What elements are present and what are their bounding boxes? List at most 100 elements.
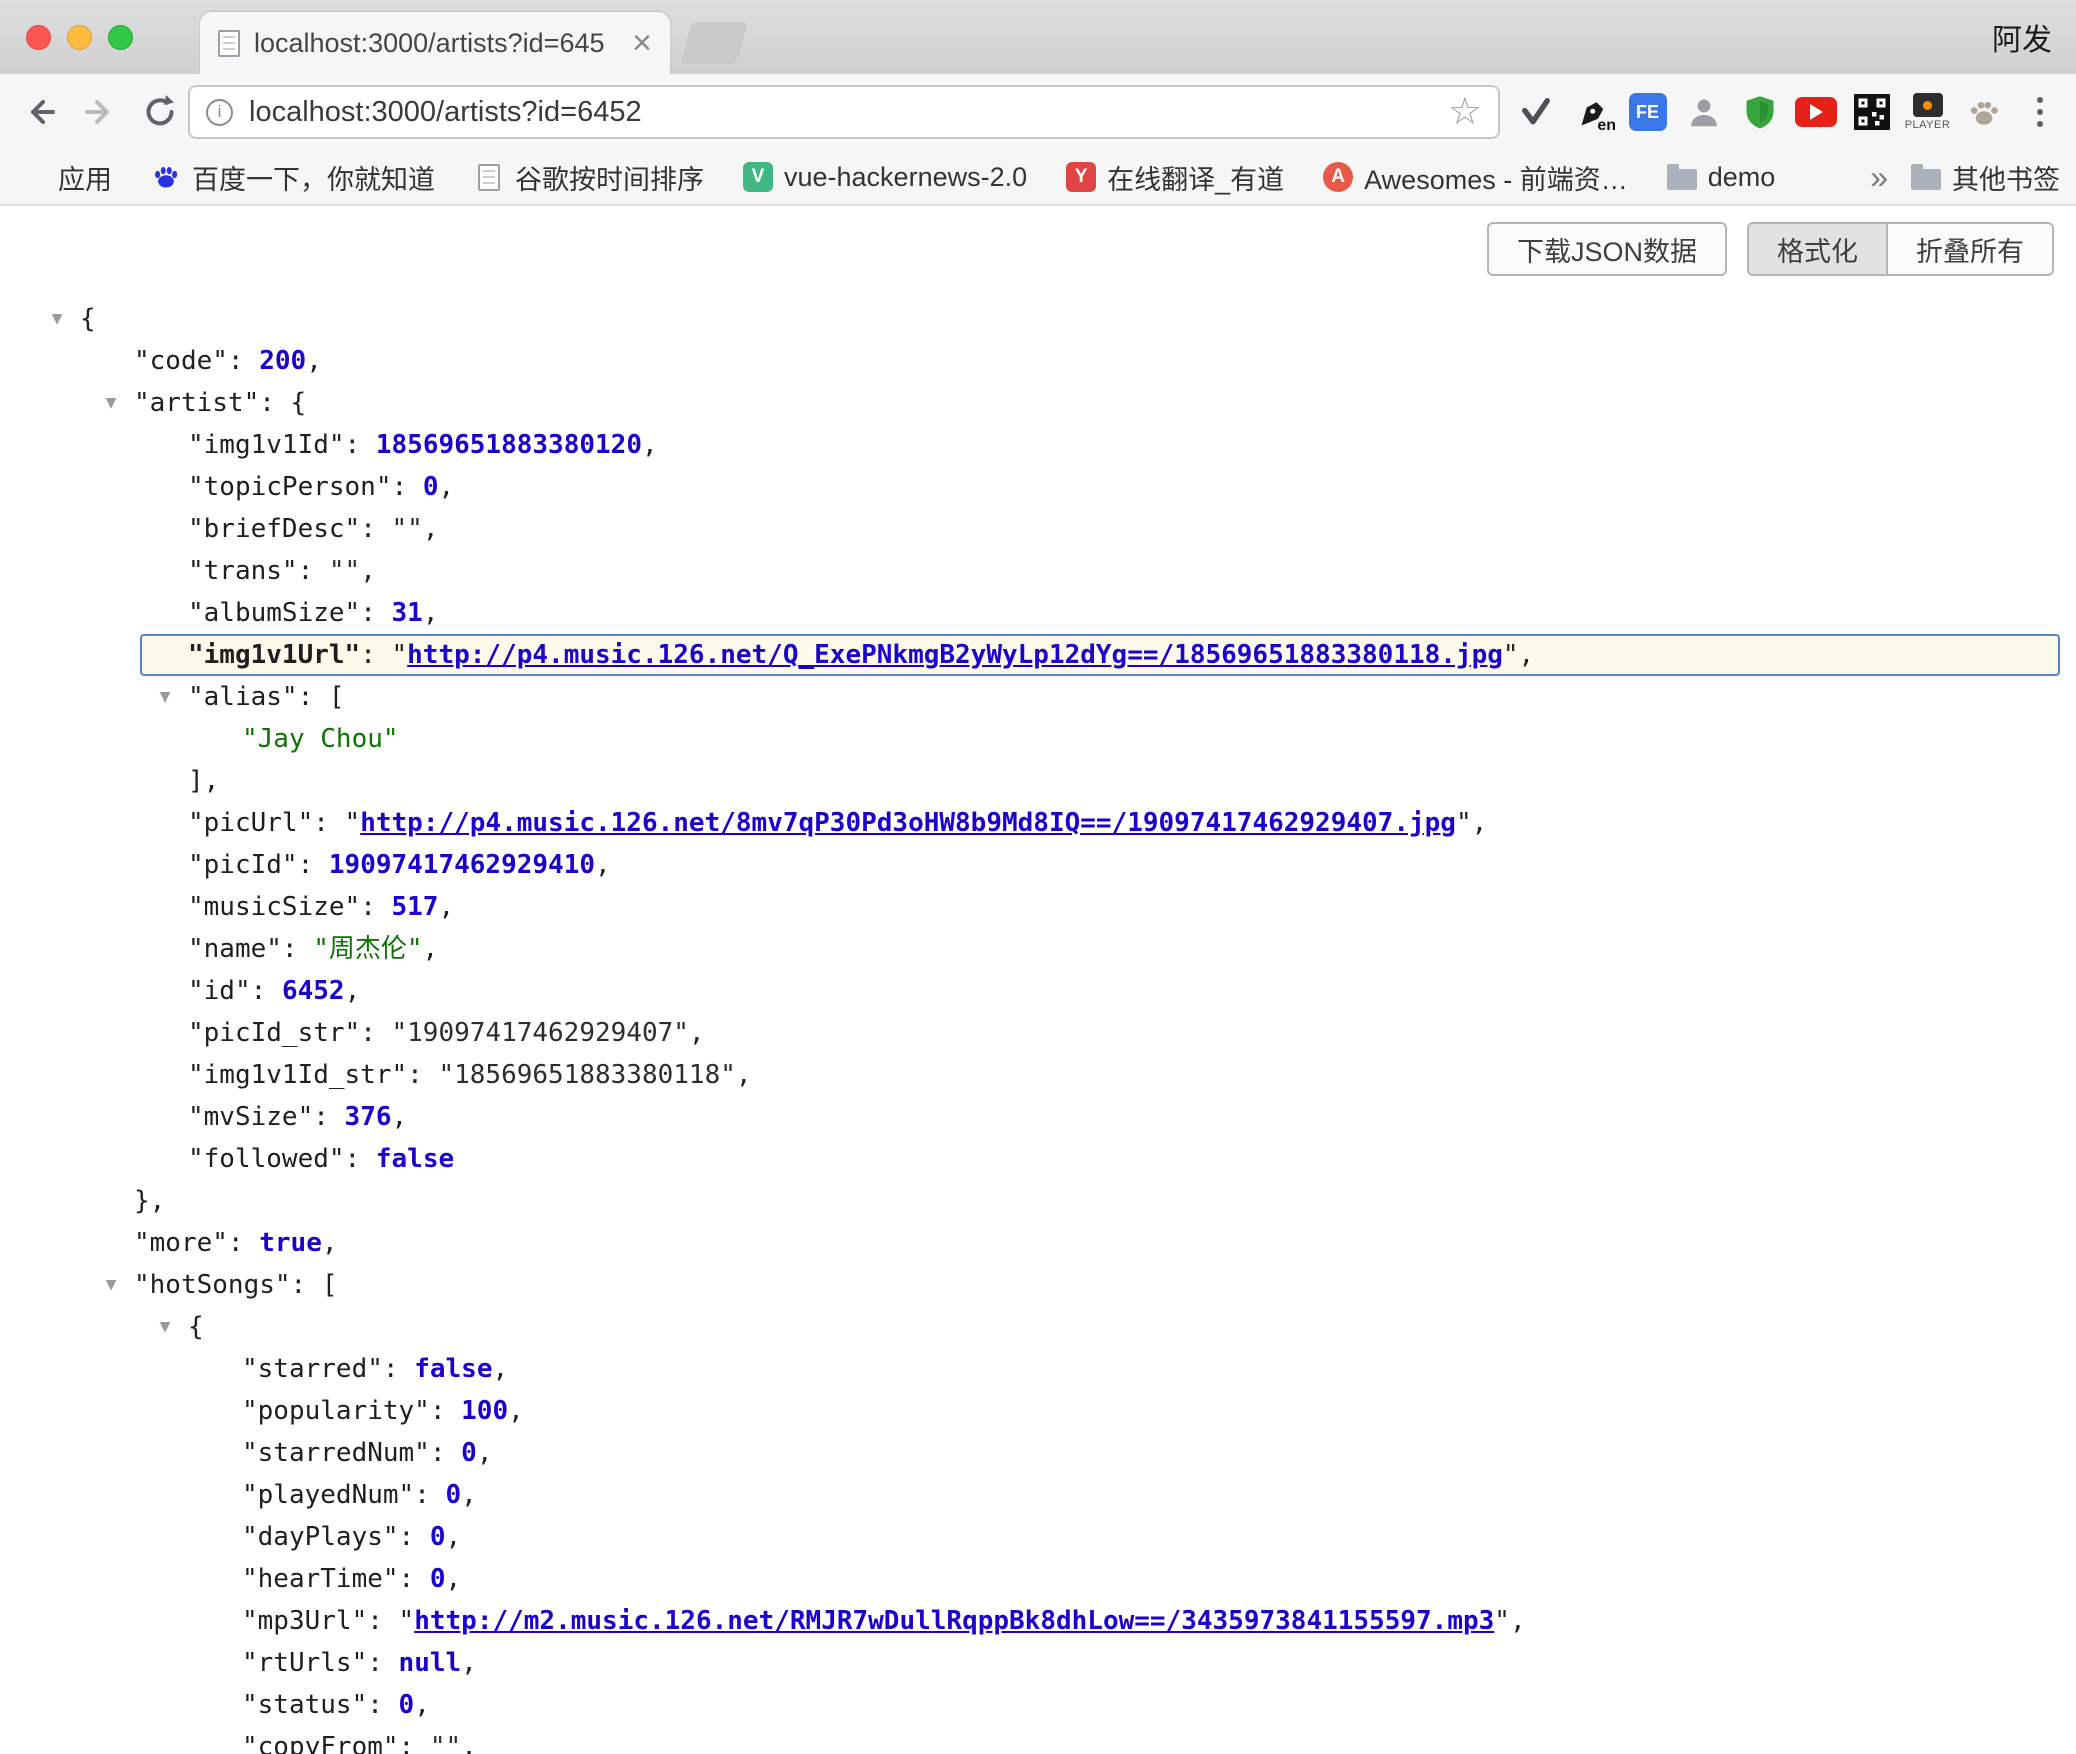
collapse-toggle-icon[interactable]: ▼: [44, 298, 70, 340]
close-window-button[interactable]: [26, 25, 51, 50]
json-key: "artist": [134, 388, 259, 418]
bookmark-item[interactable]: demo: [1666, 161, 1776, 193]
qr-code-extension-icon[interactable]: [1847, 88, 1896, 137]
translate-pen-extension-icon[interactable]: en: [1567, 88, 1616, 137]
collapse-toggle-icon[interactable]: ▼: [98, 382, 124, 424]
new-tab-button[interactable]: [680, 22, 748, 64]
json-url-link[interactable]: http://p4.music.126.net/8mv7qP30Pd3oHW8b…: [360, 808, 1456, 838]
tab-close-icon[interactable]: ×: [632, 26, 652, 60]
baidu-icon: [150, 161, 182, 193]
back-button[interactable]: [14, 86, 66, 138]
player-extension-icon[interactable]: PLAYER: [1903, 88, 1952, 137]
json-line: ▼"artist": {: [0, 382, 2076, 424]
collapse-toggle-icon[interactable]: ▼: [98, 1264, 124, 1306]
json-key: "img1v1Id_str": [188, 1060, 407, 1090]
json-line: "mvSize": 376,: [0, 1096, 2076, 1138]
profile-button[interactable]: 阿发: [1992, 0, 2052, 74]
json-key: "id": [188, 976, 251, 1006]
json-line: "picId_str": "19097417462929407",: [0, 1012, 2076, 1054]
bookmark-label: 其他书签: [1952, 158, 2060, 197]
bookmark-star-icon[interactable]: ☆: [1448, 93, 1482, 131]
address-bar[interactable]: i localhost:3000/artists?id=6452 ☆: [188, 85, 1500, 139]
page-icon: [473, 161, 505, 193]
json-line: ▼"alias": [: [0, 676, 2076, 718]
json-key: "dayPlays": [242, 1522, 399, 1552]
json-key: "alias": [188, 682, 298, 712]
json-value: 31: [392, 598, 423, 628]
json-line-highlighted: "img1v1Url": "http://p4.music.126.net/Q_…: [140, 634, 2060, 676]
browser-toolbar: i localhost:3000/artists?id=6452 ☆ enFE P…: [0, 74, 2076, 150]
green-shield-extension-icon[interactable]: [1735, 88, 1784, 137]
other-bookmarks-folder[interactable]: 其他书签: [1910, 158, 2060, 197]
json-line: "trans": "",: [0, 550, 2076, 592]
nav-buttons: [14, 74, 186, 150]
json-key: "more": [134, 1228, 228, 1258]
json-key: "starred": [242, 1354, 383, 1384]
refresh-button[interactable]: [134, 86, 186, 138]
tab-strip: localhost:3000/artists?id=645 × 阿发: [0, 0, 2076, 74]
json-key: "name": [188, 934, 282, 964]
json-value: "": [392, 514, 423, 544]
json-value: "周杰伦": [313, 934, 422, 964]
forward-button[interactable]: [74, 86, 126, 138]
url-text: localhost:3000/artists?id=6452: [249, 96, 1448, 129]
json-line: "briefDesc": "",: [0, 508, 2076, 550]
json-line: ],: [0, 760, 2076, 802]
json-url-link[interactable]: http://p4.music.126.net/Q_ExePNkmgB2yWyL…: [407, 640, 1503, 670]
json-value: 6452: [282, 976, 345, 1006]
json-key: "picId_str": [188, 1018, 360, 1048]
folder-icon: [1666, 161, 1698, 193]
vue-icon: V: [742, 161, 774, 193]
json-value: false: [376, 1144, 454, 1174]
collapse-toggle-icon[interactable]: ▼: [152, 1306, 178, 1348]
json-url-link[interactable]: http://m2.music.126.net/RMJR7wDullRqppBk…: [414, 1606, 1494, 1636]
collapse-all-button[interactable]: 折叠所有: [1888, 222, 2054, 276]
profile-person-icon[interactable]: [1679, 88, 1728, 137]
json-key: "img1v1Id": [188, 430, 345, 460]
json-value: 0: [430, 1564, 446, 1594]
bookmark-item[interactable]: Y在线翻译_有道: [1065, 158, 1284, 197]
json-key: "briefDesc": [188, 514, 360, 544]
format-button[interactable]: 格式化: [1747, 222, 1888, 276]
json-value: 18569651883380120: [376, 430, 642, 460]
bookmark-item[interactable]: 应用: [16, 158, 112, 197]
json-value: 100: [461, 1396, 508, 1426]
minimize-window-button[interactable]: [67, 25, 92, 50]
fehelper-extension-icon[interactable]: FE: [1623, 88, 1672, 137]
collapse-toggle-icon[interactable]: ▼: [152, 676, 178, 718]
json-key: "hotSongs": [134, 1270, 291, 1300]
refresh-icon: [141, 93, 179, 131]
json-key: "mp3Url": [242, 1606, 367, 1636]
download-json-button[interactable]: 下载JSON数据: [1487, 222, 1727, 276]
info-icon[interactable]: i: [206, 99, 233, 126]
youdao-icon: Y: [1065, 161, 1097, 193]
json-line: "status": 0,: [0, 1684, 2076, 1726]
bookmark-item[interactable]: Vvue-hackernews-2.0: [742, 161, 1027, 193]
json-line: "code": 200,: [0, 340, 2076, 382]
json-line: "Jay Chou": [0, 718, 2076, 760]
fullscreen-window-button[interactable]: [108, 25, 133, 50]
json-value: true: [259, 1228, 322, 1258]
json-line: "mp3Url": "http://m2.music.126.net/RMJR7…: [0, 1600, 2076, 1642]
json-key: "picId": [188, 850, 298, 880]
bookmark-item[interactable]: AAwesomes - 前端资…: [1322, 158, 1628, 197]
json-value: "Jay Chou": [242, 724, 399, 754]
bookmark-item[interactable]: 谷歌按时间排序: [473, 158, 704, 197]
json-value: 0: [461, 1438, 477, 1468]
browser-tab[interactable]: localhost:3000/artists?id=645 ×: [200, 12, 670, 74]
paw-extension-icon[interactable]: [1959, 88, 2008, 137]
page-icon: [218, 30, 240, 57]
json-value: 517: [392, 892, 439, 922]
json-line: "hearTime": 0,: [0, 1558, 2076, 1600]
browser-menu-icon[interactable]: [2015, 88, 2064, 137]
json-line: "rtUrls": null,: [0, 1642, 2076, 1684]
json-key: "picUrl": [188, 808, 313, 838]
overflow-chevron-icon[interactable]: »: [1870, 159, 1888, 196]
bookmark-label: 百度一下，你就知道: [192, 158, 435, 197]
youtube-extension-icon[interactable]: [1791, 88, 1840, 137]
json-line: "topicPerson": 0,: [0, 466, 2076, 508]
check-extension-icon[interactable]: [1511, 88, 1560, 137]
bookmark-item[interactable]: 百度一下，你就知道: [150, 158, 435, 197]
forward-icon: [79, 91, 121, 133]
json-key: "starredNum": [242, 1438, 430, 1468]
